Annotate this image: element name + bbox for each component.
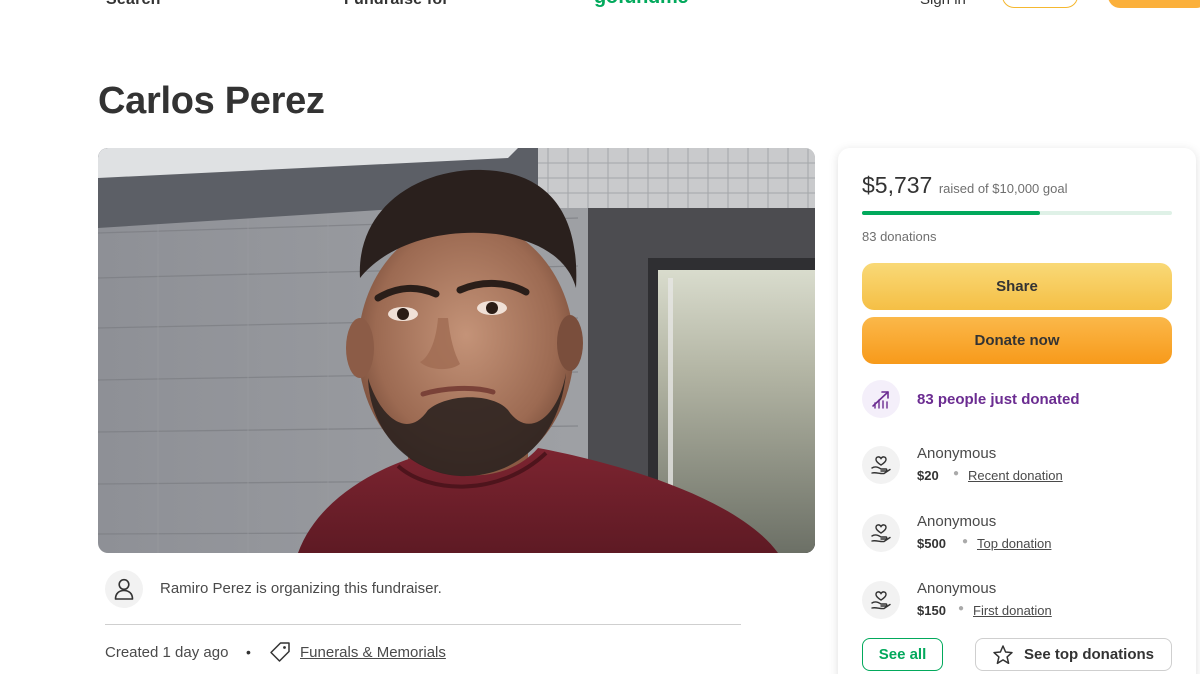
campaign-title: Carlos Perez: [98, 80, 325, 122]
nav-search-link[interactable]: Search: [106, 0, 161, 9]
meta-separator: •: [246, 644, 251, 660]
donor-name: Anonymous: [917, 513, 997, 530]
star-icon: [993, 645, 1013, 665]
donor-label-link[interactable]: First donation: [973, 603, 1052, 618]
divider: [105, 624, 741, 625]
category-link[interactable]: Funerals & Memorials: [300, 644, 446, 661]
see-top-donations-button[interactable]: See top donations: [975, 638, 1172, 671]
hand-heart-icon: [871, 456, 891, 475]
hand-heart-icon: [871, 591, 891, 610]
donor-label-link[interactable]: Recent donation: [968, 468, 1063, 483]
donor-icon-wrapper: [862, 581, 900, 619]
donor-item: Anonymous $20 ● Recent donation: [862, 445, 1172, 489]
nav-fundraise-link[interactable]: Fundraise for: [344, 0, 449, 9]
see-all-button[interactable]: See all: [862, 638, 943, 671]
campaign-photo[interactable]: [98, 148, 815, 553]
nav-signin-link[interactable]: Sign in: [920, 0, 966, 8]
donor-item: Anonymous $150 ● First donation: [862, 580, 1172, 624]
donor-amount: $500: [917, 536, 946, 551]
progress-fill: [862, 211, 1040, 215]
nav-signin-button[interactable]: [1002, 0, 1078, 8]
donor-item: Anonymous $500 ● Top donation: [862, 513, 1172, 557]
donor-name: Anonymous: [917, 580, 997, 597]
organizer-text: Ramiro Perez is organizing this fundrais…: [160, 580, 442, 597]
progress-bar: [862, 211, 1172, 215]
gofundme-logo[interactable]: gofundme: [594, 0, 689, 9]
trend-text: 83 people just donated: [917, 391, 1080, 408]
trend-icon-wrapper: [862, 380, 900, 418]
donate-button[interactable]: Donate now: [862, 317, 1172, 364]
campaign-photo-image: [98, 148, 815, 553]
campaign-meta: Created 1 day ago • Funerals & Memorials: [105, 640, 705, 664]
donor-label-link[interactable]: Top donation: [977, 536, 1051, 551]
recent-donations-trend: 83 people just donated: [862, 380, 1172, 418]
donor-name: Anonymous: [917, 445, 997, 462]
organizer-avatar[interactable]: [105, 570, 143, 608]
share-button[interactable]: Share: [862, 263, 1172, 310]
see-top-donations-label: See top donations: [1024, 646, 1155, 663]
top-navigation: Search Fundraise for gofundme Sign in: [0, 0, 1200, 14]
donor-icon-wrapper: [862, 514, 900, 552]
person-icon: [114, 578, 134, 600]
donor-separator: ●: [958, 603, 965, 614]
donation-count: 83 donations: [862, 229, 937, 244]
tag-icon: [270, 642, 290, 662]
donation-card: $5,737 raised of $10,000 goal 83 donatio…: [838, 148, 1196, 674]
hand-heart-icon: [871, 524, 891, 543]
donor-amount: $150: [917, 603, 946, 618]
organizer-row: Ramiro Perez is organizing this fundrais…: [105, 570, 745, 608]
donor-separator: ●: [962, 536, 969, 547]
donor-amount: $20: [917, 468, 939, 483]
donor-icon-wrapper: [862, 446, 900, 484]
donor-separator: ●: [953, 468, 960, 479]
raised-summary: $5,737 raised of $10,000 goal: [862, 172, 1067, 199]
created-date: Created 1 day ago: [105, 644, 229, 661]
nav-start-button[interactable]: [1108, 0, 1200, 8]
raised-amount: $5,737: [862, 172, 933, 198]
trending-up-icon: [872, 391, 889, 409]
goal-text: raised of $10,000 goal: [938, 181, 1068, 196]
